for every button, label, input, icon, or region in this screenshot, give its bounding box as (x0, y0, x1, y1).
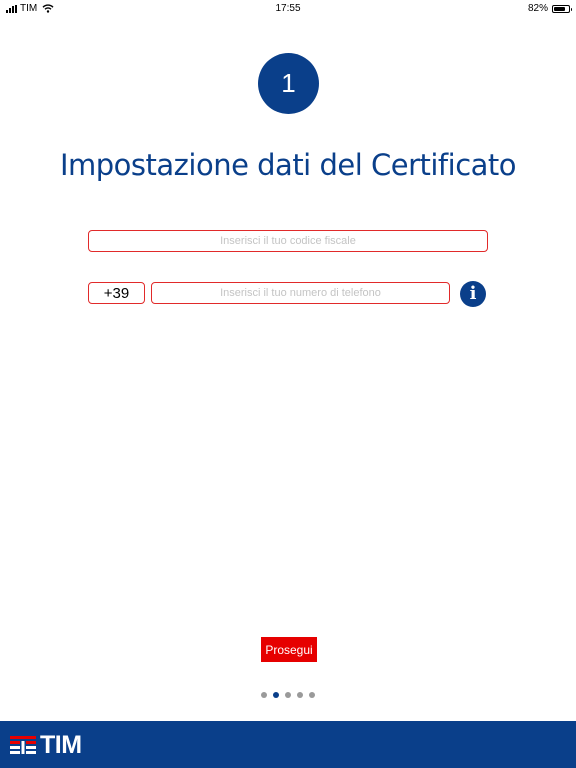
page-indicator (0, 692, 576, 698)
footer-bar: TIM (0, 721, 576, 768)
battery-percent: 82% (527, 3, 548, 14)
page-dot[interactable] (273, 692, 279, 698)
status-time: 17:55 (275, 3, 301, 14)
battery-fill (554, 6, 566, 11)
page-title: Impostazione dati del Certificato (59, 148, 517, 182)
tim-logo-text: TIM (40, 731, 82, 759)
status-right: 82% (527, 3, 572, 14)
tim-logo-icon (10, 735, 36, 754)
battery-tip (570, 7, 572, 11)
page-dot[interactable] (261, 692, 267, 698)
status-bar: TIM 17:55 82% (0, 0, 576, 18)
tim-logo: TIM (10, 731, 82, 760)
info-button[interactable]: i (460, 281, 486, 307)
page-dot[interactable] (309, 692, 315, 698)
phone-prefix-field[interactable]: +39 (88, 282, 145, 304)
info-icon: i (469, 283, 477, 304)
phone-number-input[interactable] (151, 282, 450, 304)
codice-fiscale-input[interactable] (88, 230, 488, 252)
battery-icon (552, 4, 572, 13)
page-dot[interactable] (297, 692, 303, 698)
page-dot[interactable] (285, 692, 291, 698)
prosegui-button[interactable]: Prosegui (261, 637, 317, 662)
step-indicator: 1 (258, 53, 319, 114)
